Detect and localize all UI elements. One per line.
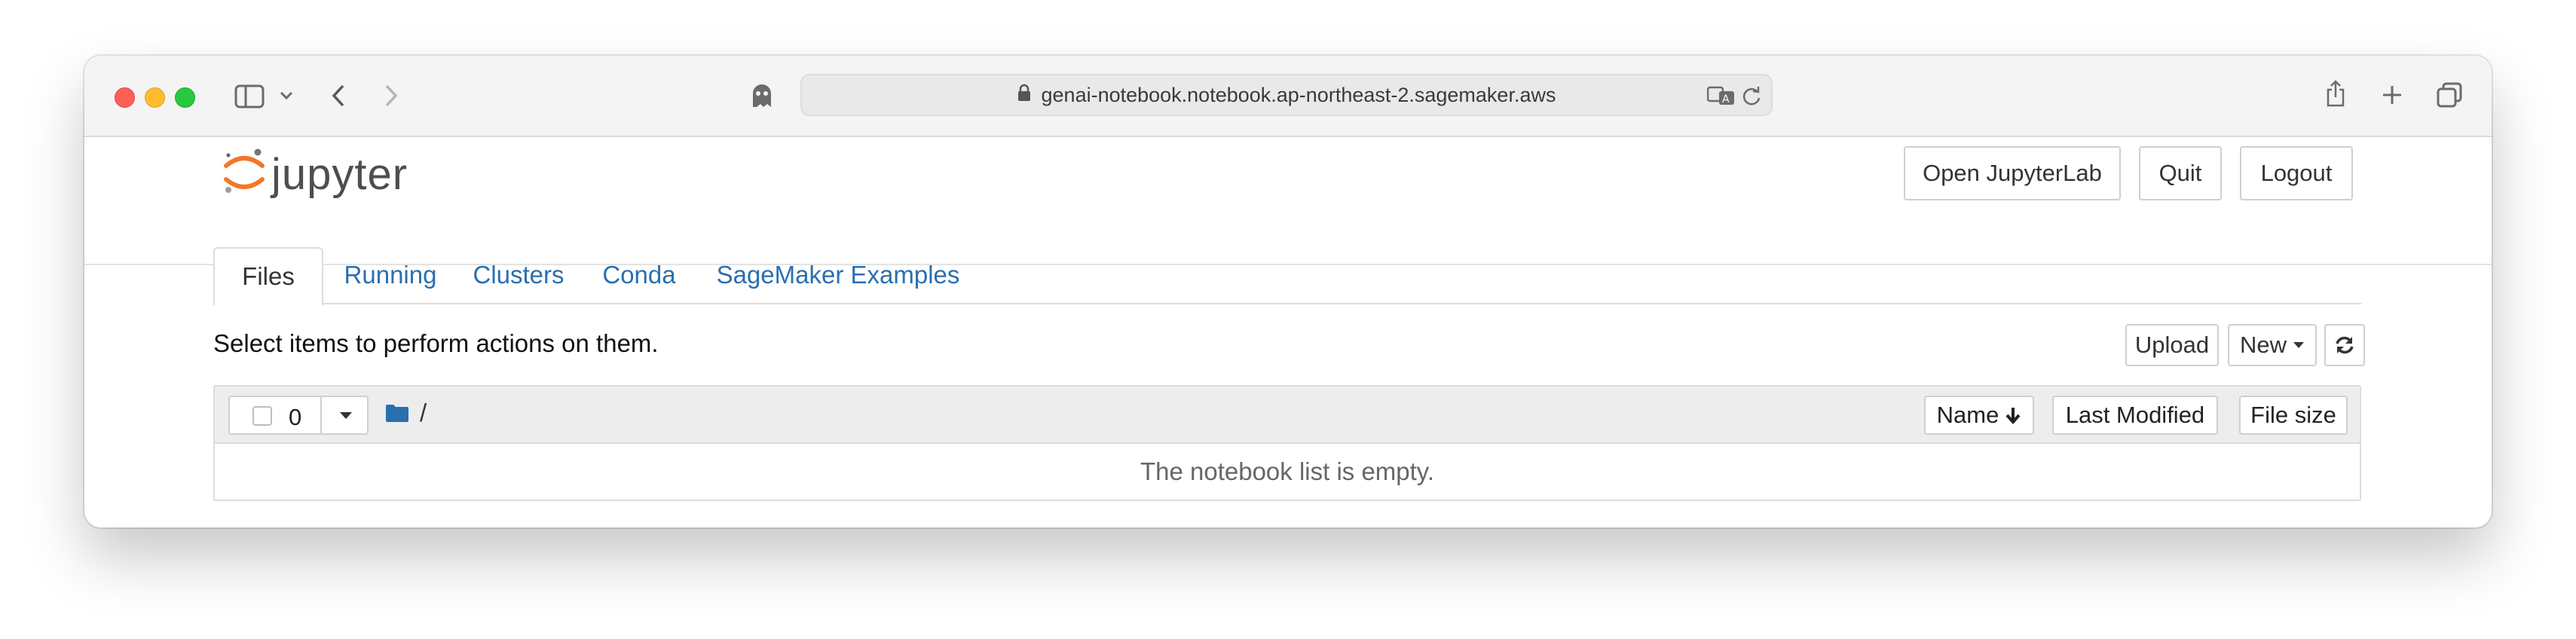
refresh-icon	[2334, 335, 2355, 356]
empty-list-message: The notebook list is empty.	[1140, 457, 1435, 485]
zoom-window-button[interactable]	[175, 87, 195, 108]
select-dropdown-button[interactable]	[320, 396, 370, 435]
jupyter-logo-text: jupyter	[271, 149, 408, 199]
reload-icon[interactable]	[1739, 84, 1764, 109]
notebook-list: 0 / Name Last Modified File size The not…	[213, 385, 2361, 501]
refresh-button[interactable]	[2324, 324, 2365, 366]
close-window-button[interactable]	[115, 87, 135, 108]
sidebar-icon[interactable]	[232, 81, 267, 112]
jupyter-header: jupyter Open JupyterLab Quit Logout	[84, 137, 2492, 265]
arrow-down-icon	[2005, 406, 2021, 424]
upload-button[interactable]: Upload	[2125, 324, 2219, 366]
jupyter-logo[interactable]: jupyter	[222, 148, 408, 200]
jupyter-logo-icon	[222, 146, 267, 203]
browser-toolbar: genai-notebook.notebook.ap-northeast-2.s…	[84, 56, 2492, 137]
logout-button[interactable]: Logout	[2240, 146, 2353, 200]
new-button[interactable]: New	[2228, 324, 2317, 366]
quit-button[interactable]: Quit	[2139, 146, 2222, 200]
new-button-label: New	[2239, 332, 2287, 358]
select-all-control[interactable]: 0	[228, 396, 369, 435]
select-all-checkbox[interactable]	[252, 406, 272, 426]
tab-clusters[interactable]: Clusters	[462, 247, 575, 303]
browser-window: genai-notebook.notebook.ap-northeast-2.s…	[84, 56, 2492, 527]
sort-by-last-modified-button[interactable]: Last Modified	[2052, 396, 2218, 435]
tab-bar: Files Running Clusters Conda SageMaker E…	[213, 247, 2361, 306]
tab-conda[interactable]: Conda	[590, 247, 688, 303]
sort-name-label: Name	[1936, 402, 1999, 428]
tab-sagemaker-examples[interactable]: SageMaker Examples	[714, 247, 962, 303]
back-icon[interactable]	[327, 80, 350, 112]
svg-text:A: A	[1722, 93, 1730, 105]
plus-icon[interactable]	[2379, 81, 2406, 109]
forward-icon[interactable]	[380, 80, 402, 112]
selection-hint: Select items to perform actions on them.	[213, 329, 659, 357]
selected-count: 0	[289, 404, 302, 430]
minimize-window-button[interactable]	[145, 87, 165, 108]
sort-by-file-size-button[interactable]: File size	[2239, 396, 2348, 435]
notebook-list-header: 0 / Name Last Modified File size	[215, 387, 2360, 444]
tabs-icon[interactable]	[2434, 80, 2464, 110]
share-icon[interactable]	[2323, 77, 2348, 110]
tab-running[interactable]: Running	[334, 247, 447, 303]
tab-files[interactable]: Files	[213, 247, 323, 306]
caret-down-icon	[2293, 341, 2305, 349]
url-text: genai-notebook.notebook.ap-northeast-2.s…	[1041, 83, 1556, 106]
breadcrumb: /	[385, 399, 427, 427]
folder-icon[interactable]	[385, 403, 409, 423]
privacy-ghost-icon[interactable]	[749, 80, 775, 112]
open-jupyterlab-button[interactable]: Open JupyterLab	[1904, 146, 2121, 200]
caret-down-icon	[339, 411, 353, 420]
lock-icon	[1017, 84, 1031, 107]
address-bar[interactable]: genai-notebook.notebook.ap-northeast-2.s…	[800, 74, 1773, 116]
translate-icon[interactable]: A	[1706, 84, 1736, 107]
sort-by-name-button[interactable]: Name	[1924, 396, 2034, 435]
chevron-down-icon[interactable]	[277, 84, 295, 107]
breadcrumb-root[interactable]: /	[420, 399, 427, 427]
